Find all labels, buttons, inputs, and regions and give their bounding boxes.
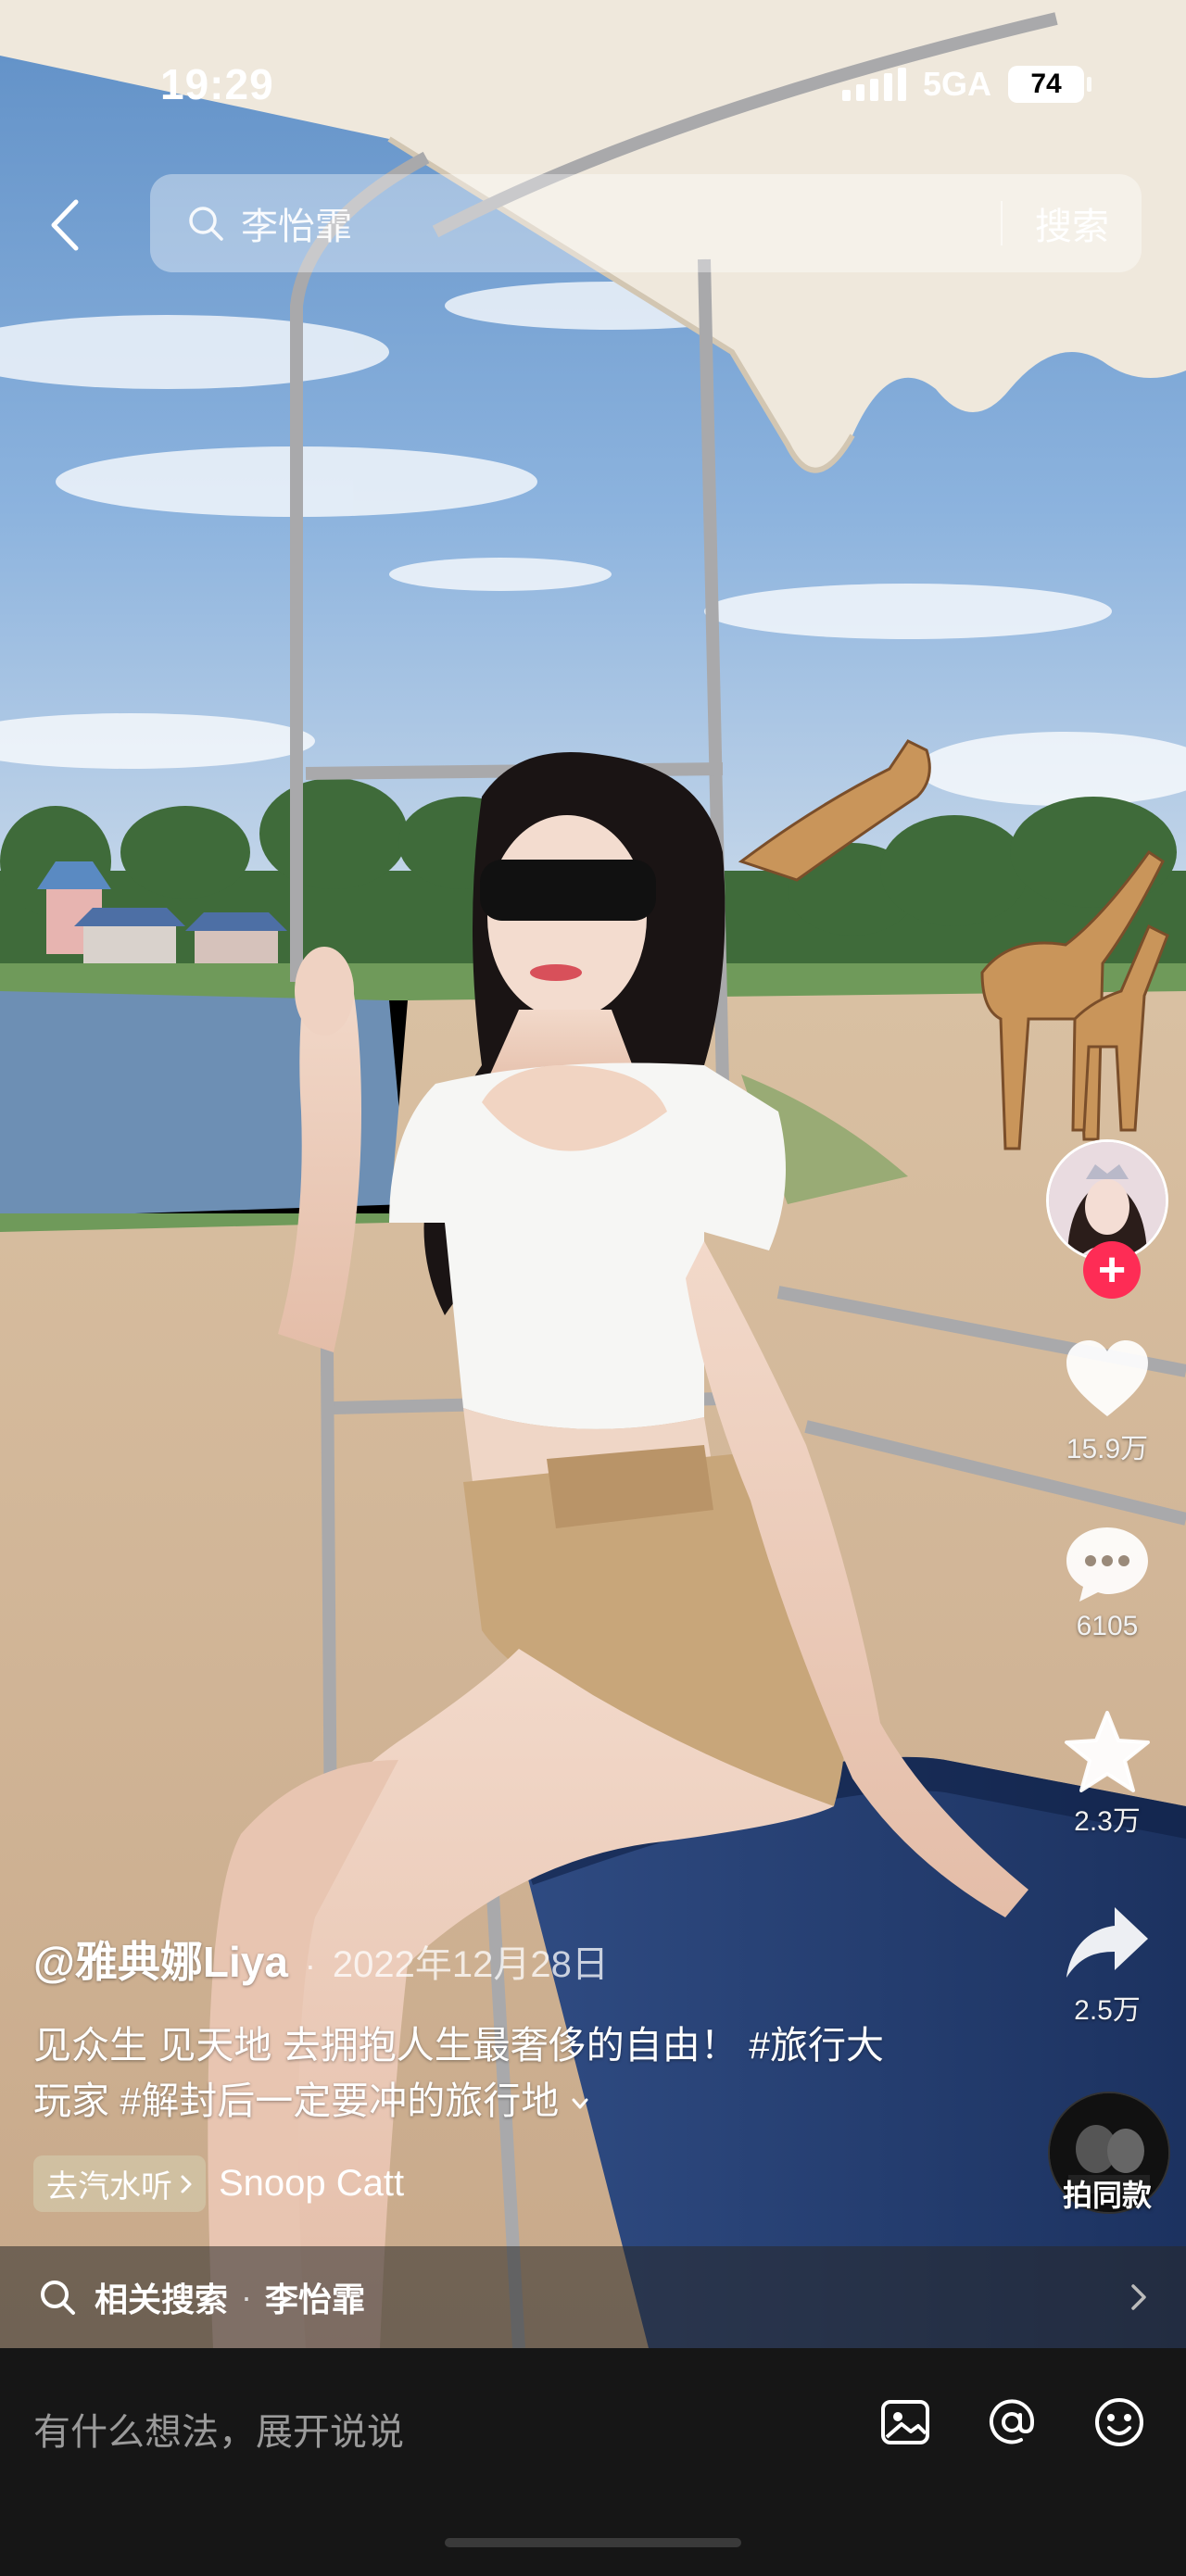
- battery-icon: 74: [1008, 66, 1091, 103]
- comment-icon: [1066, 1527, 1148, 1602]
- search-input[interactable]: 李怡霏: [241, 196, 1001, 250]
- chevron-right-icon: [181, 2175, 192, 2193]
- search-button[interactable]: 搜索: [1003, 196, 1142, 250]
- chevron-down-icon[interactable]: [570, 2093, 590, 2114]
- like-count: 15.9万: [1066, 1434, 1149, 1464]
- favorite-count: 2.3万: [1074, 1806, 1141, 1837]
- author-avatar-button[interactable]: +: [1046, 1139, 1168, 1299]
- plus-icon: +: [1097, 1243, 1127, 1297]
- open-in-qishui-button[interactable]: 去汽水听: [33, 2155, 206, 2212]
- back-button[interactable]: [37, 193, 93, 258]
- related-search-term[interactable]: 李怡霏: [265, 2273, 365, 2321]
- caption-hashtags[interactable]: 玩家 #解封后一定要冲的旅行地: [33, 2080, 559, 2122]
- status-indicators: 5GA 74: [841, 65, 1091, 104]
- battery-level: 74: [1030, 69, 1062, 99]
- comment-count: 6105: [1076, 1611, 1139, 1641]
- chevron-right-icon: [1131, 2284, 1146, 2310]
- caption-text: 见众生 见天地 去拥抱人生最奢侈的自由！: [33, 2024, 738, 2067]
- video-frame[interactable]: [0, 0, 1186, 2348]
- author-name[interactable]: @雅典娜Liya: [33, 1929, 288, 1990]
- like-button[interactable]: 15.9万: [1042, 1338, 1172, 1466]
- separator-dot: ·: [304, 1946, 316, 1984]
- author-line: @雅典娜Liya · 2022年12月28日: [33, 1929, 609, 1990]
- status-bar: 19:29 5GA 74: [0, 0, 1186, 167]
- post-caption[interactable]: 见众生 见天地 去拥抱人生最奢侈的自由！ #旅行大 玩家 #解封后一定要冲的旅行…: [33, 2017, 951, 2129]
- follow-plus-button[interactable]: +: [1083, 1241, 1141, 1299]
- heart-icon: [1066, 1340, 1148, 1416]
- share-button[interactable]: 2.5万: [1042, 1904, 1172, 2028]
- network-type: 5GA: [922, 65, 991, 103]
- star-icon: [1065, 1711, 1150, 1792]
- emoji-icon[interactable]: [1091, 2394, 1147, 2450]
- related-search-label: 相关搜索: [95, 2281, 229, 2318]
- signal-icon: [841, 68, 906, 101]
- music-title[interactable]: Snoop Catt: [219, 2163, 404, 2205]
- hashtag-travel[interactable]: #旅行大: [749, 2024, 884, 2067]
- same-style-label[interactable]: 拍同款: [1028, 2172, 1186, 2215]
- share-icon: [1066, 1907, 1148, 1978]
- search-icon: [189, 207, 223, 241]
- image-icon[interactable]: [877, 2394, 933, 2450]
- favorite-button[interactable]: 2.3万: [1042, 1709, 1172, 1839]
- post-date: 2022年12月28日: [332, 1944, 609, 1985]
- comment-bar: 有什么想法，展开说说: [0, 2348, 1186, 2576]
- share-count: 2.5万: [1074, 1995, 1141, 2026]
- comment-input[interactable]: 有什么想法，展开说说: [33, 2402, 404, 2456]
- related-separator: ·: [241, 2278, 253, 2316]
- search-icon: [41, 2281, 75, 2315]
- music-row[interactable]: 去汽水听 Snoop Catt: [33, 2155, 404, 2212]
- music-pill-label: 去汽水听: [46, 2169, 172, 2205]
- related-search-bar[interactable]: 相关搜索 · 李怡霏: [0, 2246, 1186, 2348]
- search-box[interactable]: 李怡霏 搜索: [150, 174, 1142, 272]
- mention-icon[interactable]: [984, 2394, 1040, 2450]
- back-arrow-icon: [51, 199, 79, 251]
- home-indicator[interactable]: [445, 2538, 741, 2547]
- comment-button[interactable]: 6105: [1042, 1524, 1172, 1642]
- status-time: 19:29: [160, 60, 274, 108]
